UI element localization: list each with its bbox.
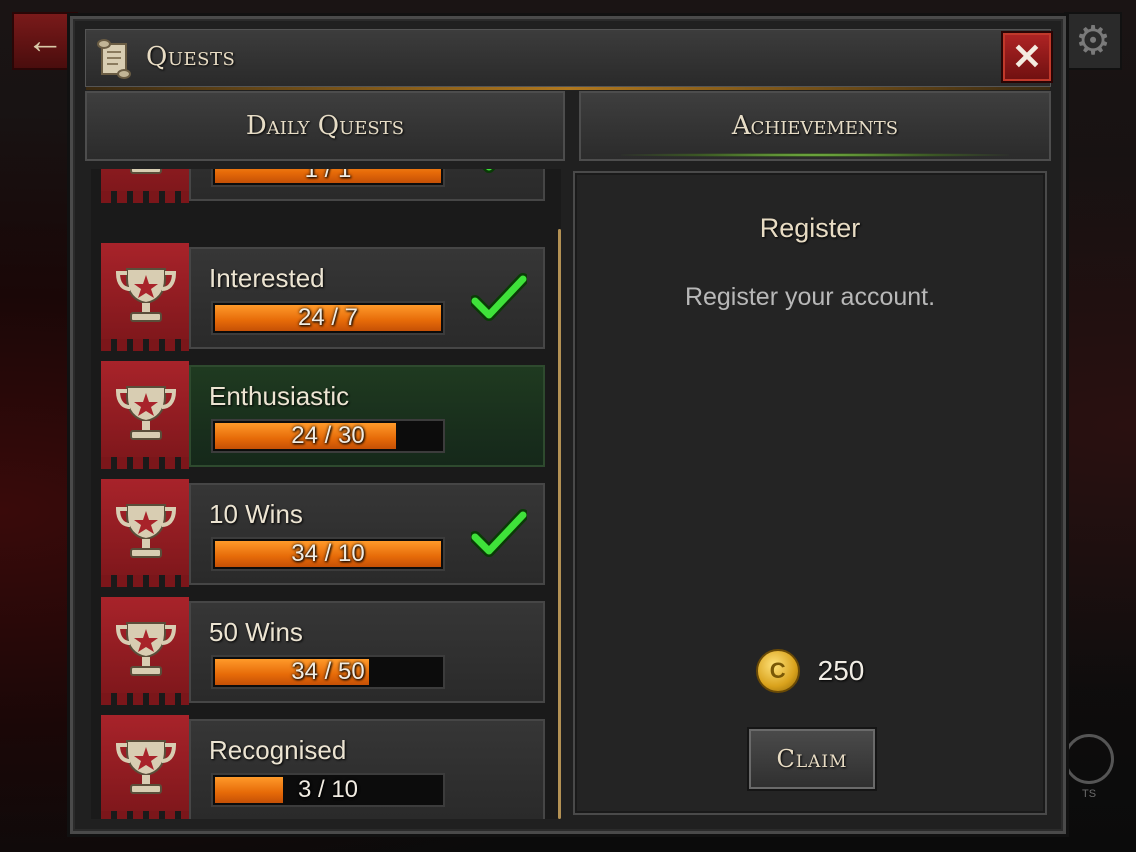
- trophy-banner: [101, 715, 189, 819]
- checkmark-icon: [469, 509, 529, 564]
- achievement-name: 10 Wins: [209, 499, 303, 529]
- list-scrollbar[interactable]: [558, 229, 561, 819]
- trophy-banner: [101, 361, 189, 469]
- progress-bar: 34 / 10: [211, 537, 445, 571]
- progress-text: 3 / 10: [297, 776, 359, 803]
- tab-bar: Daily Quests Achievements: [85, 91, 1051, 163]
- achievement-name: Interested: [209, 263, 325, 293]
- progress-text: 24 / 7: [297, 304, 359, 331]
- tab-achievements[interactable]: Achievements: [579, 91, 1051, 161]
- trophy-banner: [101, 243, 189, 351]
- progress-bar: 24 / 30: [211, 419, 445, 453]
- achievement-name: 50 Wins: [209, 617, 303, 647]
- progress-text: 1 / 1: [304, 169, 352, 183]
- quests-menu-label: TS: [1081, 788, 1097, 800]
- close-icon: ✕: [1011, 36, 1043, 77]
- gear-icon[interactable]: ⚙: [1064, 12, 1122, 70]
- checkmark-icon: [471, 169, 527, 180]
- achievement-card[interactable]: 50 Wins 34 / 50: [189, 601, 545, 703]
- quests-menu-icon[interactable]: TS: [1060, 722, 1118, 808]
- progress-text: 34 / 10: [291, 540, 365, 567]
- trophy-banner: [101, 597, 189, 705]
- tab-daily-quests[interactable]: Daily Quests: [85, 91, 565, 161]
- achievement-row[interactable]: 10 Wins 34 / 10: [101, 479, 545, 587]
- achievement-name: Enthusiastic: [209, 381, 350, 411]
- progress-bar: 24 / 7: [211, 301, 445, 335]
- achievement-row[interactable]: 50 Wins 34 / 50: [101, 597, 545, 705]
- reward: C 250: [575, 649, 1045, 693]
- progress-text: 34 / 50: [291, 658, 365, 685]
- achievement-detail-panel: Register Register your account. C 250 Cl…: [573, 171, 1047, 815]
- scroll-icon: [97, 39, 131, 79]
- achievement-card[interactable]: 1 / 1: [189, 169, 545, 201]
- title-bar: Quests: [85, 29, 1051, 90]
- trophy-banner: [101, 479, 189, 587]
- achievement-card[interactable]: Recognised 3 / 10: [189, 719, 545, 819]
- quests-ring-icon: [1064, 734, 1114, 784]
- trophy-banner: [101, 169, 189, 203]
- achievement-list[interactable]: 1 / 1 Interested 24 / 7 Enthusiastic 24 / 30…: [91, 169, 561, 819]
- checkmark-icon: [469, 273, 529, 328]
- reward-amount: 250: [817, 655, 865, 686]
- coin-icon: C: [755, 649, 800, 693]
- progress-bar: 34 / 50: [211, 655, 445, 689]
- close-button[interactable]: ✕: [1001, 31, 1053, 83]
- window-title: Quests: [146, 42, 236, 72]
- detail-description: Register your account.: [684, 283, 936, 311]
- achievement-row[interactable]: Interested 24 / 7: [101, 243, 545, 351]
- progress-bar: 1 / 1: [211, 169, 445, 187]
- achievement-name: Recognised: [209, 735, 347, 765]
- quests-window: Quests ✕ Daily Quests Achievements 1 / 1…: [70, 16, 1066, 834]
- achievement-card[interactable]: Enthusiastic 24 / 30: [189, 365, 545, 467]
- progress-text: 24 / 30: [291, 422, 365, 449]
- achievement-row[interactable]: 1 / 1: [101, 169, 545, 203]
- claim-button[interactable]: Claim: [749, 729, 875, 789]
- achievement-card[interactable]: Interested 24 / 7: [189, 247, 545, 349]
- achievement-row[interactable]: Recognised 3 / 10: [101, 715, 545, 819]
- detail-title: Register: [759, 213, 861, 243]
- back-arrow-icon[interactable]: ←: [12, 12, 78, 70]
- achievement-card[interactable]: 10 Wins 34 / 10: [189, 483, 545, 585]
- progress-bar: 3 / 10: [211, 773, 445, 807]
- achievement-row[interactable]: Enthusiastic 24 / 30: [101, 361, 545, 469]
